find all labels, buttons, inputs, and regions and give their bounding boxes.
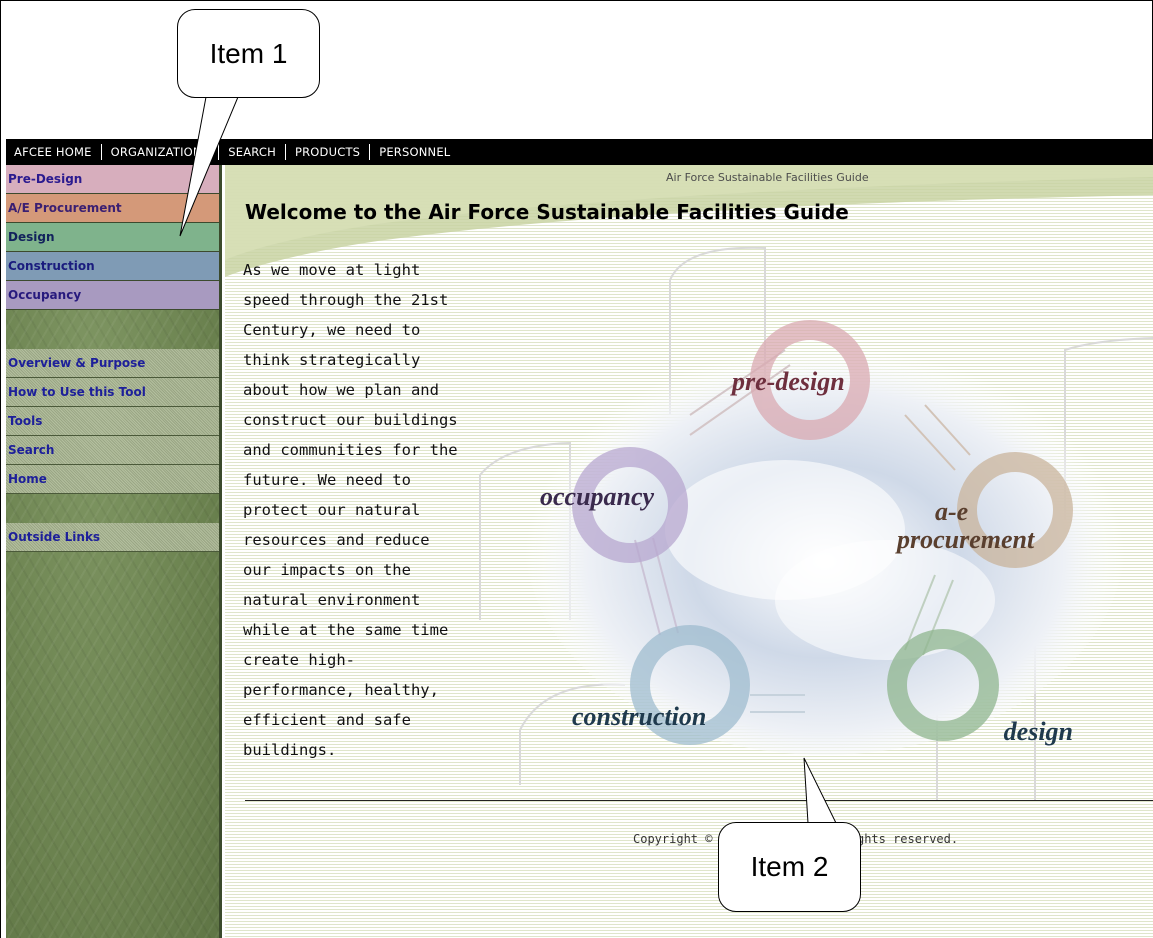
cycle-label-ae[interactable]: a-e bbox=[935, 497, 968, 526]
sidebar-item-occupancy[interactable]: Occupancy bbox=[6, 281, 219, 310]
intro-line: performance, healthy, bbox=[243, 681, 439, 699]
sidebar-link-search[interactable]: Search bbox=[6, 436, 219, 465]
intro-line: speed through the 21st bbox=[243, 291, 449, 309]
sidebar-item-construction[interactable]: Construction bbox=[6, 252, 219, 281]
intro-line: natural environment bbox=[243, 591, 421, 609]
site-caption: Air Force Sustainable Facilities Guide bbox=[666, 171, 869, 184]
intro-line: and communities for the bbox=[243, 441, 458, 459]
cycle-label-occupancy[interactable]: occupancy bbox=[540, 482, 655, 511]
main-content: Air Force Sustainable Facilities Guide W… bbox=[225, 165, 1153, 938]
intro-line: think strategically bbox=[243, 351, 421, 369]
top-nav: AFCEE HOME ORGANIZATIONS SEARCH PRODUCTS… bbox=[6, 139, 1153, 165]
nav-separator bbox=[284, 144, 286, 160]
sidebar: Pre-Design A/E Procurement Design Constr… bbox=[6, 165, 222, 938]
nav-separator bbox=[100, 144, 102, 160]
intro-paragraph: As we move at light speed through the 21… bbox=[243, 255, 478, 765]
intro-line: resources and reduce bbox=[243, 531, 430, 549]
callout-item-1: Item 1 bbox=[177, 9, 320, 98]
sidebar-item-design[interactable]: Design bbox=[6, 223, 219, 252]
nav-organizations[interactable]: ORGANIZATIONS bbox=[111, 145, 210, 159]
nav-separator bbox=[369, 144, 371, 160]
nav-afcee-home[interactable]: AFCEE HOME bbox=[14, 145, 92, 159]
intro-line: our impacts on the bbox=[243, 561, 411, 579]
nav-search[interactable]: SEARCH bbox=[228, 145, 276, 159]
intro-line: protect our natural bbox=[243, 501, 421, 519]
page-title: Welcome to the Air Force Sustainable Fac… bbox=[245, 200, 849, 224]
intro-line: future. We need to bbox=[243, 471, 411, 489]
cycle-label-design[interactable]: design bbox=[1004, 717, 1073, 746]
cycle-label-procurement[interactable]: procurement bbox=[895, 525, 1035, 554]
intro-line: Century, we need to bbox=[243, 321, 421, 339]
intro-line: As we move at light bbox=[243, 261, 421, 279]
sidebar-link-outside-links[interactable]: Outside Links bbox=[6, 523, 219, 552]
intro-line: about how we plan and bbox=[243, 381, 439, 399]
intro-line: create high- bbox=[243, 651, 355, 669]
sidebar-link-home[interactable]: Home bbox=[6, 465, 219, 494]
cycle-label-construction[interactable]: construction bbox=[572, 702, 706, 731]
sidebar-link-how-to-use[interactable]: How to Use this Tool bbox=[6, 378, 219, 407]
intro-line: buildings. bbox=[243, 741, 337, 759]
project-cycle-graphic: pre-design a-e procurement design constr… bbox=[479, 246, 1153, 800]
nav-products[interactable]: PRODUCTS bbox=[295, 145, 360, 159]
intro-line: efficient and safe bbox=[243, 711, 411, 729]
nav-personnel[interactable]: PERSONNEL bbox=[379, 145, 450, 159]
sidebar-item-pre-design[interactable]: Pre-Design bbox=[6, 165, 219, 194]
intro-line: while at the same time bbox=[243, 621, 449, 639]
footer-divider bbox=[245, 800, 1153, 801]
sidebar-link-overview[interactable]: Overview & Purpose bbox=[6, 349, 219, 378]
nav-separator bbox=[218, 144, 220, 160]
cycle-label-pre-design[interactable]: pre-design bbox=[730, 367, 845, 396]
callout-item-2: Item 2 bbox=[718, 822, 861, 912]
sidebar-link-tools[interactable]: Tools bbox=[6, 407, 219, 436]
intro-line: construct our buildings bbox=[243, 411, 458, 429]
sidebar-item-ae-procurement[interactable]: A/E Procurement bbox=[6, 194, 219, 223]
